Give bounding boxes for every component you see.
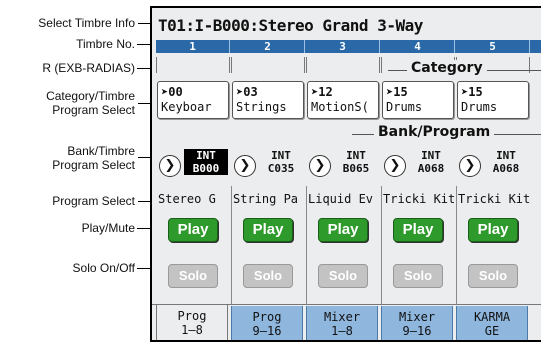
tab-label: Mixer	[398, 310, 436, 324]
callout-category-select-line1: Category/Timbre	[46, 89, 135, 103]
callout-solo: Solo On/Off	[72, 261, 135, 275]
category-name: Drums	[386, 100, 423, 114]
lcd-screen: T01:I-B000:Stereo Grand 3-Way 1 2 3 4 5 …	[150, 6, 541, 342]
program-number: A068	[417, 162, 445, 175]
category-button[interactable]: ➤15 Drums	[457, 81, 529, 119]
tab-karma-ge[interactable]: KARMA GE	[456, 306, 528, 340]
program-number: A068	[492, 162, 520, 175]
program-name[interactable]: String Pa	[231, 192, 305, 206]
tab-label: 9–16	[402, 324, 432, 338]
bank-name: INT	[271, 149, 291, 162]
solo-button[interactable]: Solo	[318, 264, 368, 288]
bank-program-select[interactable]: ❯ INT B000	[156, 148, 228, 188]
timbre-number: 3	[306, 40, 380, 53]
timbre-number: 2	[231, 40, 305, 53]
bank-program-value: INT B000	[184, 149, 228, 175]
callout-radias: R (EXB-RADIAS)	[42, 61, 135, 75]
tab-label: GE	[484, 324, 500, 338]
play-mute-button[interactable]: Play	[318, 218, 368, 242]
bank-program-value: INT A068	[409, 149, 453, 175]
tab-label: Mixer	[323, 310, 361, 324]
solo-button[interactable]: Solo	[468, 264, 518, 288]
program-number: B000	[192, 162, 220, 175]
category-button[interactable]: ➤00 Keyboar	[157, 81, 229, 119]
category-name: Drums	[461, 100, 498, 114]
category-button[interactable]: ➤15 Drums	[382, 81, 454, 119]
chevron-right-icon[interactable]: ❯	[159, 155, 181, 177]
program-name[interactable]: Liquid Ev	[306, 192, 380, 206]
program-name[interactable]: Stereo G	[156, 192, 230, 206]
category-number: 12	[318, 85, 333, 99]
callout-bank-select-line2: Program Select	[52, 158, 135, 172]
radias-indicator	[231, 57, 305, 73]
solo-button[interactable]: Solo	[393, 264, 443, 288]
category-name: MotionS(	[311, 100, 369, 114]
bank-program-select[interactable]: ❯ INT B065	[306, 148, 378, 188]
category-name: Strings	[236, 100, 287, 114]
program-name[interactable]: Tricki Kit	[456, 192, 530, 206]
category-section-label: Category	[407, 60, 487, 76]
play-mute-button[interactable]: Play	[243, 218, 293, 242]
chevron-right-icon[interactable]: ❯	[459, 155, 481, 177]
category-number: 03	[243, 85, 258, 99]
callout-timbre-no: Timbre No.	[76, 37, 135, 51]
bank-program-select[interactable]: ❯ INT A068	[381, 148, 453, 188]
tab-bar: Prog 1–8 Prog 9–16 Mixer 1–8 Mixer 9–16 …	[152, 304, 541, 340]
solo-button[interactable]: Solo	[168, 264, 218, 288]
program-number: B065	[342, 162, 370, 175]
tab-mixer-9-16[interactable]: Mixer 9–16	[381, 306, 453, 340]
bank-program-select[interactable]: ❯ INT C035	[231, 148, 303, 188]
bank-program-value: INT B065	[334, 149, 378, 175]
timbre-number: 5	[456, 40, 530, 53]
tab-mixer-1-8[interactable]: Mixer 1–8	[306, 306, 378, 340]
solo-button[interactable]: Solo	[243, 264, 293, 288]
bank-name: INT	[196, 149, 216, 162]
play-mute-button[interactable]: Play	[168, 218, 218, 242]
tab-label: 1–8	[181, 323, 203, 337]
chevron-right-icon[interactable]: ❯	[384, 155, 406, 177]
tab-label: 1–8	[331, 324, 353, 338]
tab-label: Prog	[177, 309, 207, 323]
play-mute-button[interactable]: Play	[393, 218, 443, 242]
callout-bank-select-line1: Bank/Timbre	[67, 144, 135, 158]
category-number: 15	[393, 85, 408, 99]
callout-program-select: Program Select	[52, 194, 135, 208]
radias-indicator	[156, 57, 230, 73]
tab-label: Prog	[252, 310, 282, 324]
timbre-number: 4	[381, 40, 455, 53]
callout-select-timbre-info: Select Timbre Info	[38, 16, 135, 30]
bank-program-value: INT C035	[259, 149, 303, 175]
category-name: Keyboar	[161, 100, 212, 114]
tab-prog-9-16[interactable]: Prog 9–16	[231, 306, 303, 340]
bank-program-select[interactable]: ❯ INT A068	[456, 148, 528, 188]
tab-label: 9–16	[252, 324, 282, 338]
bank-name: INT	[421, 149, 441, 162]
program-name[interactable]: Tricki Kit	[381, 192, 455, 206]
category-button[interactable]: ➤03 Strings	[232, 81, 304, 119]
chevron-right-icon[interactable]: ❯	[309, 155, 331, 177]
play-mute-button[interactable]: Play	[468, 218, 518, 242]
bank-section-label: Bank/Program	[374, 124, 495, 140]
timbre-number-bar: 1 2 3 4 5	[156, 40, 541, 53]
tab-label: KARMA	[473, 310, 511, 324]
category-number: 00	[168, 85, 183, 99]
tab-prog-1-8[interactable]: Prog 1–8	[156, 305, 228, 340]
chevron-right-icon[interactable]: ❯	[234, 155, 256, 177]
category-button[interactable]: ➤12 MotionS(	[307, 81, 379, 119]
callout-category-select-line2: Program Select	[52, 103, 135, 117]
page-title[interactable]: T01:I-B000:Stereo Grand 3-Way	[158, 16, 423, 35]
bank-name: INT	[346, 149, 366, 162]
timbre-number: 1	[156, 40, 230, 53]
bank-program-value: INT A068	[484, 149, 528, 175]
callout-category-select: Category/Timbre Program Select	[46, 89, 135, 117]
bank-name: INT	[496, 149, 516, 162]
program-number: C035	[267, 162, 295, 175]
callout-bank-select: Bank/Timbre Program Select	[52, 144, 135, 172]
callout-play-mute: Play/Mute	[81, 221, 135, 235]
radias-indicator	[306, 57, 380, 73]
category-number: 15	[468, 85, 483, 99]
